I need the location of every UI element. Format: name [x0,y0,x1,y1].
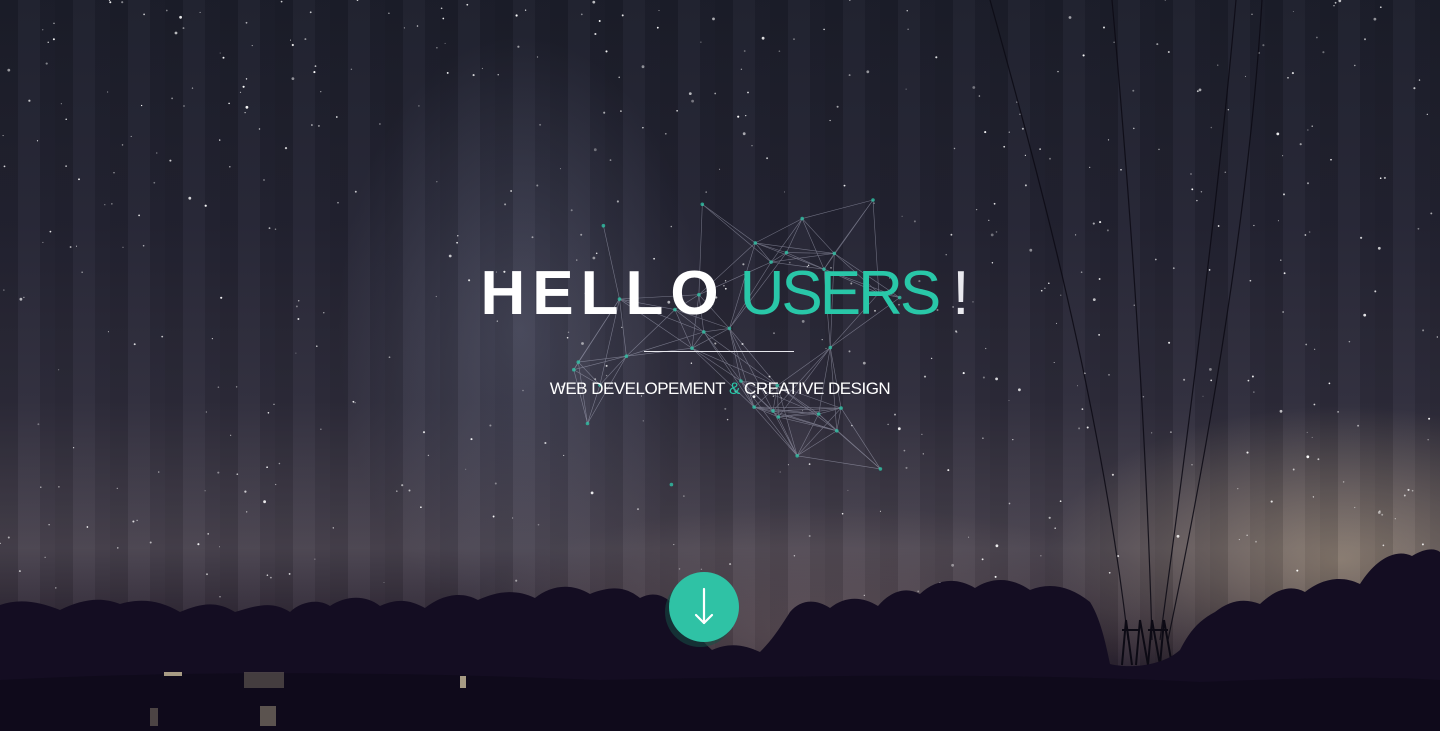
hero-section: HELLO USERS! WEB DEVELOPEMENT & CREATIVE … [0,0,1440,731]
hero-title-exclamation: ! [952,259,970,328]
subtitle-creative-design: CREATIVE DESIGN [739,379,891,398]
arrow-down-icon [694,587,714,625]
hero-title-hello: HELLO [480,259,726,328]
subtitle-web-development: WEB DEVELOPEMENT [549,379,729,398]
title-divider [644,351,794,352]
hero-subtitle: WEB DEVELOPEMENT & CREATIVE DESIGN [0,379,1440,399]
hero-title: HELLO USERS! [0,258,1440,330]
subtitle-ampersand: & [728,379,740,398]
scroll-down-button[interactable] [669,572,739,642]
hero-title-users: USERS [739,259,942,328]
